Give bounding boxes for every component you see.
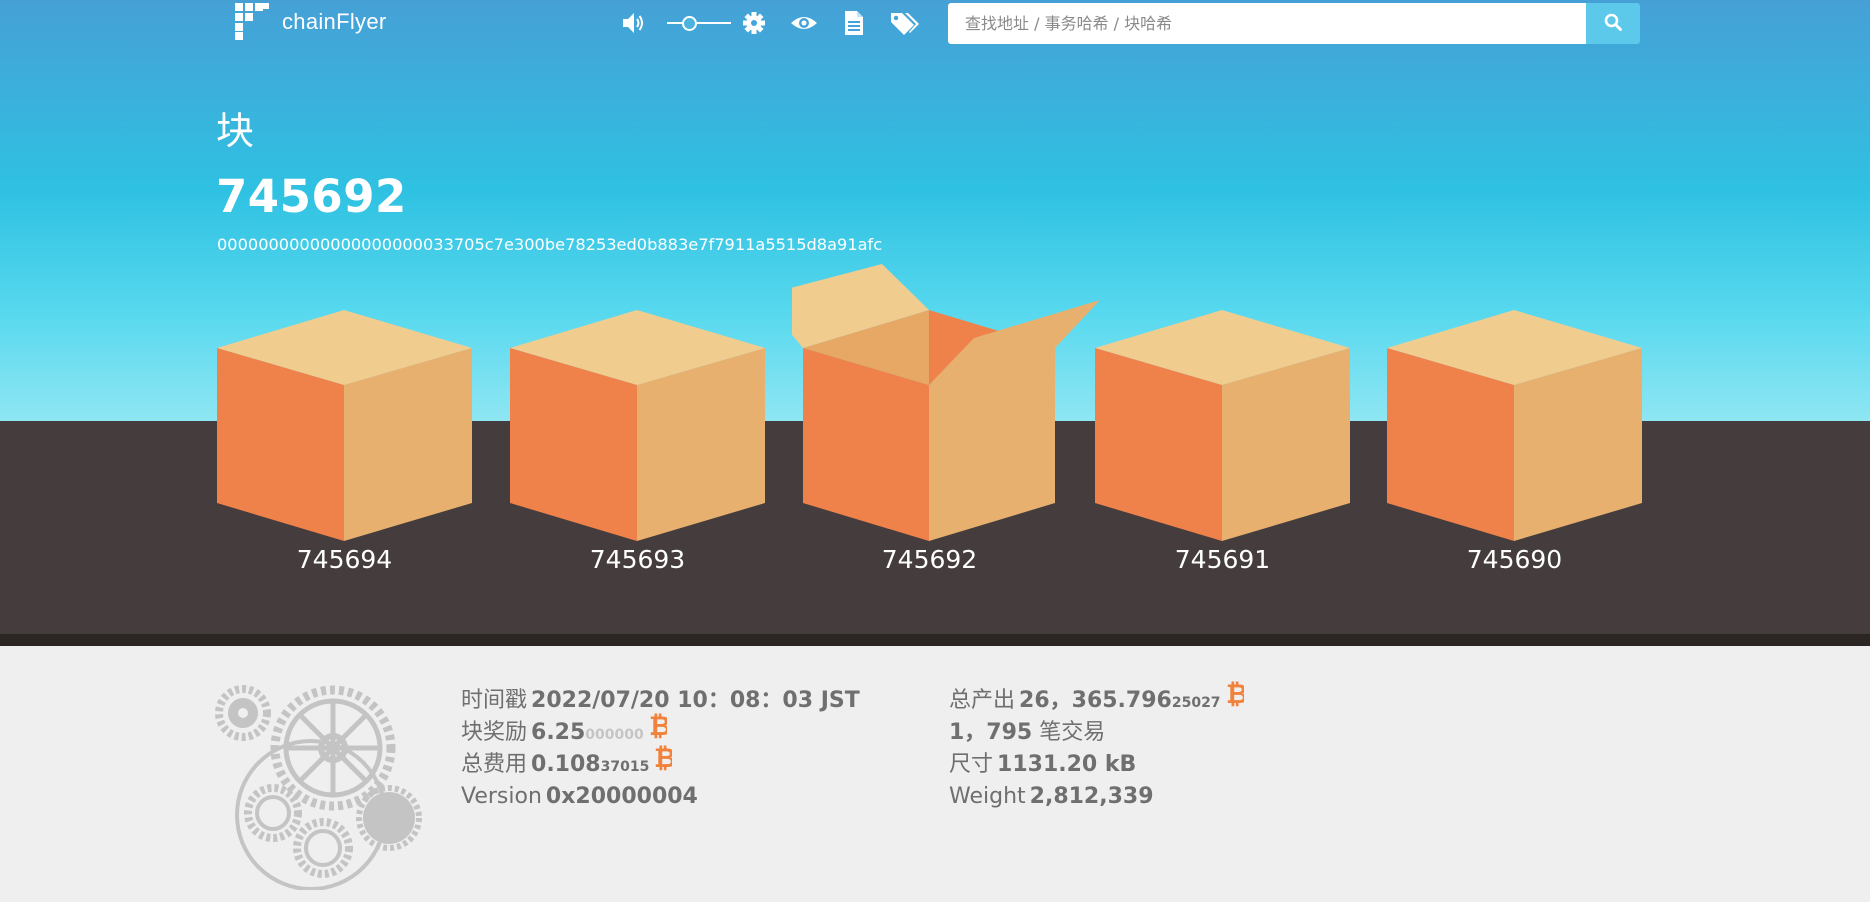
fee-label: 总费用 [461,752,528,777]
reward-label: 块奖励 [461,720,528,745]
document-icon[interactable] [843,10,865,36]
output-row: 总产出 26，365.79625027 ₿ [949,679,1248,717]
reward-value-faint: 000000 [585,727,644,743]
output-label: 总产出 [949,688,1016,713]
box-number: 745693 [589,545,686,574]
size-label: 尺寸 [949,752,994,777]
brand-name: chainFlyer [282,8,387,34]
size-value: 1131.20 kB [997,752,1137,777]
version-label: Version [461,784,542,809]
eye-icon[interactable] [790,10,818,36]
bitcoin-icon: ₿ [654,743,676,781]
fee-value: 0.108 [531,752,601,777]
gear-icon[interactable] [741,10,767,36]
svg-text:₿: ₿ [654,745,672,771]
reward-value: 6.25 [531,720,586,745]
size-row: 尺寸 1131.20 kB [949,749,1244,781]
volume-thumb[interactable] [682,16,697,31]
timestamp-label: 时间戳 [461,688,528,713]
block-details-right: 总产出 26，365.79625027 ₿ 1，795 笔交易 尺寸 1131.20 … [949,679,1248,813]
tx-count-row: 1，795 笔交易 [949,717,1244,749]
block-number: 745692 [216,170,407,223]
weight-label: Weight [949,784,1026,809]
gears-illustration [215,680,425,894]
svg-text:₿: ₿ [1226,681,1244,707]
volume-track [667,22,731,24]
weight-value: 2,812,339 [1029,784,1154,809]
bitcoin-icon: ₿ [1226,679,1248,717]
search-button[interactable] [1586,3,1640,44]
tx-count-label: 笔交易 [1039,720,1106,745]
block-box-745690[interactable]: 745690 [1377,258,1652,578]
bitcoin-icon: ₿ [649,711,671,749]
block-box-745692[interactable]: 745692 [792,258,1122,578]
block-box-745691[interactable]: 745691 [1085,258,1360,578]
search-bar [948,3,1640,44]
svg-text:₿: ₿ [649,713,667,739]
search-input[interactable] [948,3,1586,44]
fee-row: 总费用 0.10837015 ₿ [461,743,860,781]
block-box-745693[interactable]: 745693 [500,258,775,578]
volume-slider[interactable] [667,12,731,34]
tags-icon[interactable] [890,10,920,36]
block-details-left: 时间戳 2022/07/20 10：08：03 JST 块奖励 6.25000000… [461,685,860,813]
block-hash[interactable]: 00000000000000000000033705c7e300be78253e… [217,235,882,254]
search-icon [1604,13,1622,35]
fee-value-small: 37015 [600,759,650,775]
tx-count-value: 1，795 [949,720,1033,745]
output-value-small: 25027 [1171,695,1221,711]
logo-icon [235,3,272,40]
box-number: 745690 [1466,545,1563,574]
box-number: 745692 [881,545,978,574]
brand-logo[interactable]: chainFlyer [235,3,386,40]
timestamp-value: 2022/07/20 10：08：03 JST [531,688,860,713]
block-box-745694[interactable]: 745694 [207,258,482,578]
version-value: 0x20000004 [545,784,698,809]
version-row: Version 0x20000004 [461,781,860,813]
box-number: 745691 [1174,545,1271,574]
output-value: 26，365.796 [1019,688,1172,713]
page-title: 块 [216,109,255,153]
ground-edge [0,634,1870,646]
box-number: 745694 [296,545,393,574]
volume-icon[interactable] [620,10,646,36]
weight-row: Weight 2,812,339 [949,781,1244,813]
